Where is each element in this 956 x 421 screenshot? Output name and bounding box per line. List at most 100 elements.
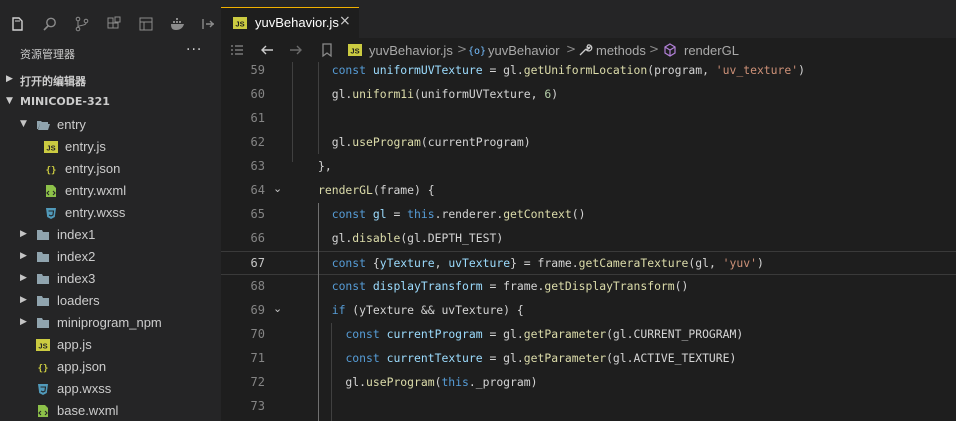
activity-bar [0,6,221,36]
tab-yuvbehavior[interactable]: JS yuvBehavior.js × [221,7,359,38]
wrench-icon [577,42,593,58]
breadcrumb-file[interactable]: yuvBehavior.js [369,43,453,58]
chevron-right-icon: ▶ [6,74,13,84]
code-text: renderGL(frame) { [318,183,435,197]
tree-item-label: entry.json [65,161,121,176]
line-number: 66 [250,231,265,245]
open-editors-section[interactable]: ▶ 打开的编辑器 [0,69,221,91]
line-number: 68 [250,279,265,293]
project-section[interactable]: ▼ MINICODE-321 [0,91,221,113]
tree-item[interactable]: ▶ index3 [0,268,221,290]
line-number: 67 [250,256,265,270]
breadcrumb-method[interactable]: renderGL [684,43,739,58]
wxml-file-icon [36,404,50,418]
code-text: const currentProgram = gl.getParameter(g… [345,327,744,341]
sidebar: 资源管理器 ··· ▶ 打开的编辑器 ▼ MINICODE-321 ▼ entry… [0,0,221,421]
code-line[interactable]: 66 gl.disable(gl.DEPTH_TEST) [221,227,956,251]
line-number: 73 [250,399,265,413]
bookmark-icon[interactable] [319,42,335,58]
tree-item[interactable]: ▶ miniprogram_npm [0,312,221,334]
line-number: 59 [250,63,265,77]
source-control-icon[interactable] [74,16,90,32]
code-text: gl.uniform1i(uniformUVTexture, 6) [318,87,559,101]
svg-text:JS: JS [235,20,244,29]
line-number: 70 [250,327,265,341]
chevron-down-icon: ▼ [20,119,27,129]
indent-guide [292,62,293,162]
tab-bar: JS yuvBehavior.js × [221,0,956,38]
code-line[interactable]: 69 ⌄ if (yTexture && uvTexture) { [221,299,956,323]
code-text: const gl = this.renderer.getContext() [331,207,586,221]
tree-item[interactable]: ▼ entry [0,114,221,136]
line-number: 69 [250,303,265,317]
css-file-icon [44,206,58,220]
tree-item[interactable]: base.wxml [0,400,221,421]
code-line[interactable]: 62 gl.useProgram(currentProgram) [221,131,956,155]
code-text: const {yTexture, uvTexture} = frame.getC… [331,256,764,270]
code-editor[interactable]: 59 const uniformUVTexture = gl.getUnifor… [221,62,956,421]
back-arrow-icon[interactable] [259,42,275,58]
tree-item[interactable]: JS app.js [0,334,221,356]
tree-item-label: loaders [57,293,100,308]
line-number: 64 [250,183,265,197]
explorer-icon[interactable] [10,16,26,32]
chevron-right-icon: ▶ [20,317,27,327]
tree-item-label: app.wxss [57,381,112,396]
line-number: 71 [250,351,265,365]
close-icon[interactable]: × [339,13,351,29]
more-actions-button[interactable]: ··· [186,42,202,58]
tree-item[interactable]: {} app.json [0,356,221,378]
code-text: const displayTransform = frame.getDispla… [331,279,689,293]
fold-chevron-icon[interactable]: ⌄ [273,182,282,195]
tree-item[interactable]: entry.wxml [0,180,221,202]
extensions-icon[interactable] [106,16,122,32]
code-line[interactable]: 61 [221,107,956,131]
code-text: gl.useProgram(currentProgram) [318,135,531,149]
svg-text:{}: {} [38,364,49,374]
search-icon[interactable] [42,16,58,32]
tree-item[interactable]: app.wxss [0,378,221,400]
code-line[interactable]: 65 const gl = this.renderer.getContext() [221,203,956,227]
js-file-icon: JS [36,338,50,352]
tree-item-label: entry [57,117,86,132]
breadcrumb-object[interactable]: yuvBehavior [488,43,560,58]
list-icon[interactable] [229,42,245,58]
layout-icon[interactable] [138,16,154,32]
tree-item[interactable]: ▶ loaders [0,290,221,312]
tree-item-label: entry.wxss [65,205,126,220]
line-number: 61 [250,111,265,125]
folder-icon [36,272,50,286]
tree-item[interactable]: entry.wxss [0,202,221,224]
chevron-down-icon: ▼ [6,96,13,106]
docker-icon[interactable] [170,16,186,32]
remote-icon[interactable] [200,16,216,32]
js-file-icon: JS [233,16,247,34]
json-file-icon: {} [44,162,58,176]
code-line[interactable]: 59 const uniformUVTexture = gl.getUnifor… [221,62,956,83]
folder-icon [36,228,50,242]
tree-item-label: index3 [57,271,96,286]
code-line[interactable]: 60 gl.uniform1i(uniformUVTexture, 6) [221,83,956,107]
breadcrumb-separator: > [457,42,468,56]
tree-item[interactable]: ▶ index1 [0,224,221,246]
code-line[interactable]: 67 const {yTexture, uvTexture} = frame.g… [221,251,956,275]
tree-item[interactable]: {} entry.json [0,158,221,180]
forward-arrow-icon[interactable] [288,42,304,58]
fold-chevron-icon[interactable]: ⌄ [273,302,282,315]
chevron-right-icon: ▶ [20,251,27,261]
folder-open-icon [36,118,50,132]
code-line[interactable]: 63}, [221,155,956,179]
object-icon: {o} [469,42,485,58]
tab-label: yuvBehavior.js [255,15,339,30]
code-line[interactable]: 64 ⌄ renderGL(frame) { [221,179,956,203]
js-file-icon: JS [347,42,363,58]
css-file-icon [36,382,50,396]
code-line[interactable]: 68 const displayTransform = frame.getDis… [221,275,956,299]
code-text: gl.useProgram(this._program) [318,375,538,389]
chevron-right-icon: ▶ [20,295,27,305]
tree-item[interactable]: ▶ index2 [0,246,221,268]
tree-item[interactable]: JS entry.js [0,136,221,158]
json-file-icon: {} [36,360,50,374]
breadcrumb-separator: > [649,42,660,56]
breadcrumb-methods[interactable]: methods [596,43,646,58]
